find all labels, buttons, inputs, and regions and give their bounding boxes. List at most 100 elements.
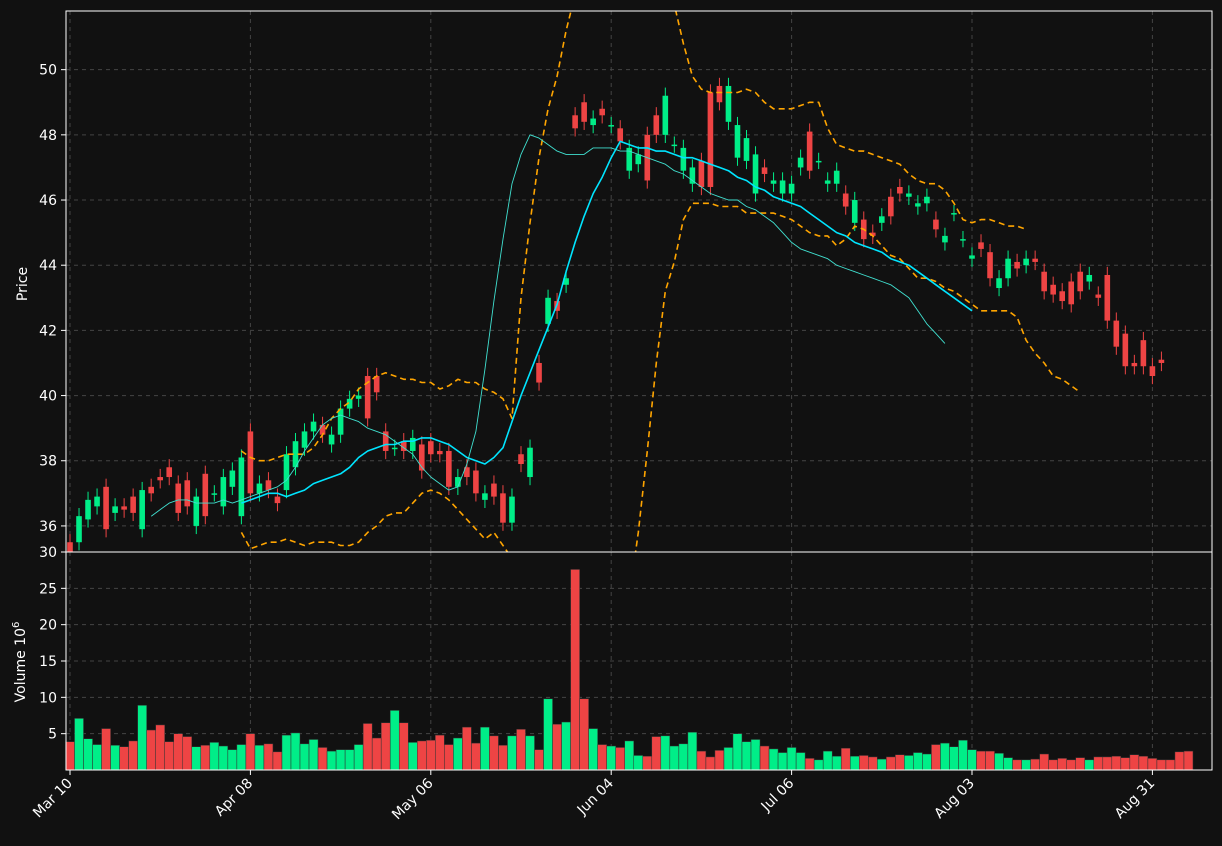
volume-bar — [732, 733, 743, 771]
candle-body — [1140, 340, 1147, 367]
volume-bar — [561, 721, 571, 771]
volume-bar — [786, 747, 797, 771]
price-y-tick-label: 40 — [39, 389, 57, 405]
candle-body — [851, 200, 858, 223]
candle-body — [698, 160, 705, 187]
volume-bar — [669, 745, 680, 771]
volume-bar — [137, 705, 147, 771]
volume-bar — [227, 749, 238, 771]
candle-body — [184, 480, 191, 507]
volume-bar — [362, 723, 373, 771]
candle-body — [355, 395, 362, 399]
candle-body — [94, 496, 100, 507]
volume-bar — [299, 743, 310, 771]
price-y-tick-label: 36 — [39, 519, 57, 535]
candle-body — [707, 92, 714, 187]
volume-bar — [741, 741, 752, 771]
volume-bar — [678, 743, 689, 771]
candle-body — [473, 470, 479, 494]
volume-bar — [687, 731, 698, 771]
candle-body — [806, 131, 813, 171]
candle-body — [788, 183, 795, 194]
candle-body — [608, 125, 614, 127]
volume-bar — [913, 752, 923, 771]
stock-chart: 36 38 40 42 44 46 48 50 Price 5 10 15 20 25 30 Volum… — [0, 0, 1222, 842]
volume-bar — [868, 756, 878, 771]
volume-y-tick-label: 10 — [39, 690, 57, 706]
candle-body — [130, 496, 136, 513]
volume-bar — [335, 749, 346, 771]
candle-body — [942, 235, 948, 243]
candle-body — [842, 193, 849, 207]
volume-y-tick-label: 20 — [39, 618, 57, 634]
candle-body — [815, 160, 822, 163]
candle-body — [987, 252, 993, 279]
volume-y-tick-label: 30 — [39, 545, 57, 561]
candle-body — [220, 477, 227, 507]
volume-bar — [633, 755, 644, 771]
volume-bar — [922, 753, 932, 771]
volume-bar — [768, 748, 779, 771]
candle-body — [527, 447, 533, 478]
volume-bar — [1012, 759, 1022, 771]
candle-body — [833, 170, 840, 184]
volume-bar — [308, 739, 319, 771]
candle-body — [373, 376, 380, 393]
candle-body — [617, 128, 624, 142]
volume-bar — [714, 750, 725, 771]
candle-body — [274, 496, 281, 504]
candle-body — [211, 493, 218, 495]
volume-bar — [155, 724, 165, 771]
volume-bar — [380, 722, 391, 771]
volume-axis-label-exponent: 6 — [11, 622, 22, 628]
candle-body — [1113, 320, 1120, 347]
volume-bar — [326, 750, 337, 771]
volume-bar — [759, 745, 770, 771]
volume-bar — [958, 739, 968, 771]
volume-bar — [1066, 759, 1076, 771]
candle-body — [491, 483, 497, 497]
volume-bar — [146, 729, 156, 771]
volume-bar — [859, 755, 869, 771]
volume-bar — [1021, 759, 1031, 771]
volume-bar — [164, 741, 174, 771]
candle-body — [148, 486, 154, 494]
candle-body — [1122, 333, 1129, 367]
candle-body — [446, 450, 452, 487]
volume-bar — [128, 740, 138, 771]
volume-bar — [371, 737, 382, 771]
volume-bar — [119, 746, 129, 771]
volume-bar — [191, 746, 202, 771]
volume-bar — [552, 723, 562, 771]
candle-body — [428, 441, 434, 455]
candle-body — [734, 125, 741, 158]
volume-bar — [940, 742, 950, 771]
candle-body — [76, 516, 82, 543]
volume-bar — [525, 735, 535, 771]
candle-body — [797, 157, 804, 168]
volume-bar — [1147, 758, 1158, 771]
volume-bar — [1183, 750, 1194, 771]
candle-body — [1032, 258, 1038, 262]
volume-bar — [949, 746, 959, 771]
candle-body — [391, 447, 398, 450]
candle-body — [1104, 274, 1111, 321]
volume-bar — [290, 732, 301, 771]
volume-bar — [173, 733, 183, 771]
volume-bar — [696, 750, 707, 771]
candle-body — [247, 431, 254, 494]
candle-body — [824, 180, 831, 184]
volume-bar — [65, 741, 75, 771]
candle-body — [103, 486, 109, 530]
candle-body — [725, 85, 732, 122]
volume-bar — [813, 759, 824, 771]
volume-bar — [994, 753, 1004, 771]
volume-bar — [200, 745, 211, 771]
candle-body — [680, 147, 687, 171]
candle-body — [1158, 359, 1165, 363]
volume-bar — [398, 722, 409, 771]
volume-bar — [435, 734, 445, 771]
candle-body — [969, 255, 975, 259]
volume-bar — [624, 740, 634, 771]
volume-bar — [1138, 755, 1149, 771]
